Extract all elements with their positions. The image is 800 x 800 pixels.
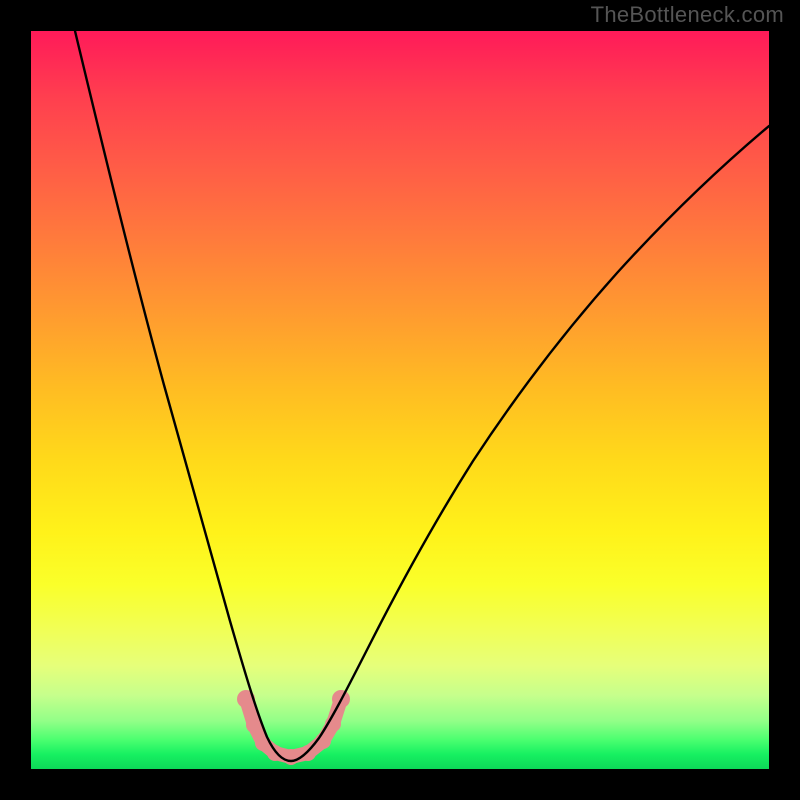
chart-frame: TheBottleneck.com	[0, 0, 800, 800]
bottleneck-curve-path	[75, 31, 769, 761]
curve-layer	[31, 31, 769, 769]
watermark-text: TheBottleneck.com	[591, 2, 784, 28]
plot-area	[31, 31, 769, 769]
